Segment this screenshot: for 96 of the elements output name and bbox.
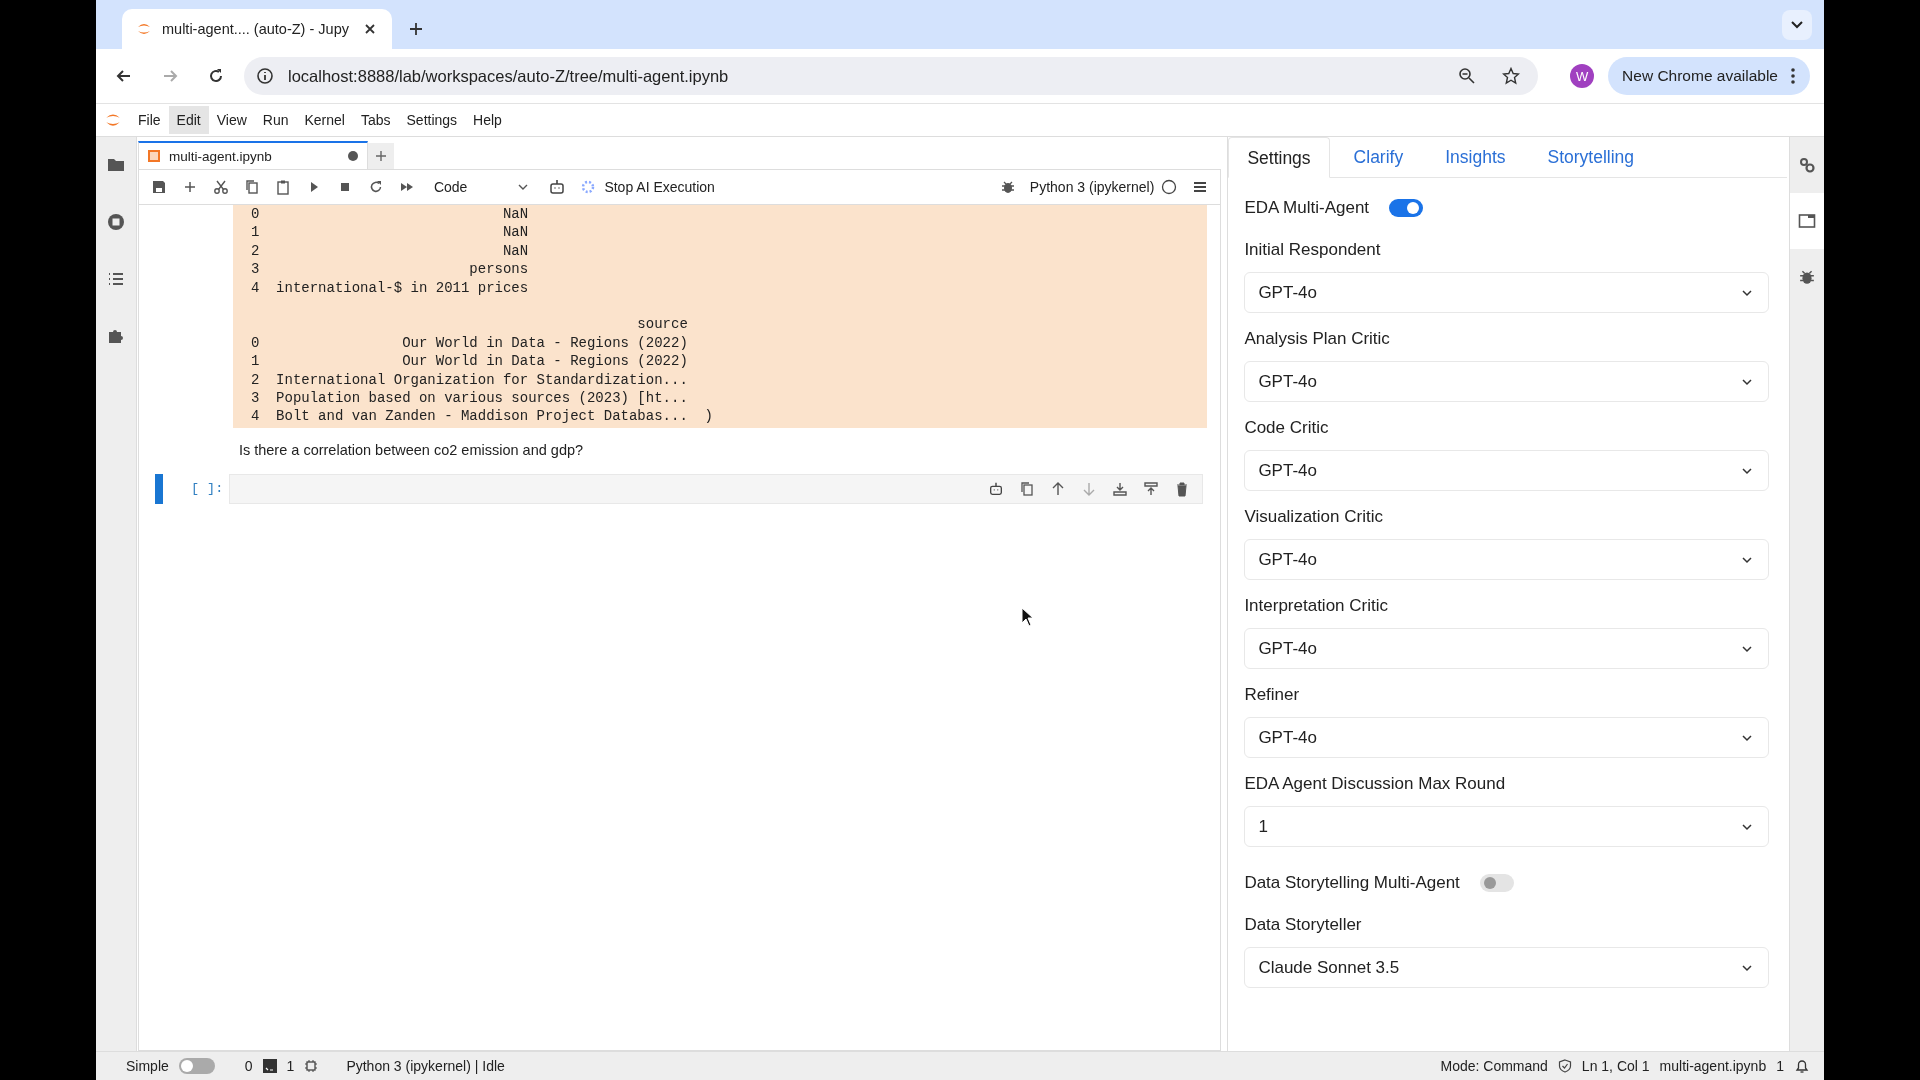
menu-item[interactable]: Settings — [398, 106, 466, 134]
stop-circle-icon[interactable] — [105, 212, 126, 232]
output-line: 2 NaN — [250, 242, 529, 259]
bell-icon[interactable] — [1794, 1058, 1810, 1074]
toggle-switch[interactable] — [1479, 874, 1514, 892]
update-button[interactable]: New Chrome available — [1608, 57, 1810, 95]
mode-indicator: Mode: Command — [1440, 1058, 1548, 1074]
model-dropdown[interactable]: 1 — [1244, 806, 1770, 847]
window-icon[interactable] — [1798, 212, 1817, 230]
tab-title: multi-agent.ipynb — [168, 148, 272, 164]
shield-icon — [1557, 1059, 1572, 1073]
field-label: Initial Respondent — [1244, 240, 1382, 260]
output-message: Is there a correlation between co2 emission and gdp? — [238, 441, 585, 458]
field-label: Code Critic — [1244, 418, 1330, 438]
toggle-switch[interactable] — [1389, 199, 1424, 217]
model-dropdown[interactable]: GPT-4o — [1244, 717, 1770, 758]
field-label: Data Storyteller — [1244, 915, 1363, 935]
zoom-out-icon[interactable] — [1458, 67, 1477, 85]
browser-tab[interactable]: multi-agent.... (auto-Z) - Jupy — [122, 9, 392, 49]
output-line: source — [636, 316, 688, 333]
mouse-pointer-icon — [1020, 607, 1035, 627]
insert-below-icon[interactable] — [1111, 480, 1128, 497]
field-label: Refiner — [1244, 685, 1301, 705]
address-field[interactable]: localhost:8888/lab/workspaces/auto-Z/tree/multi-agent.ipynb — [244, 57, 1539, 95]
panel-tab[interactable]: Clarify — [1335, 137, 1422, 177]
menu-item[interactable]: Edit — [168, 106, 209, 134]
field-label: EDA Agent Discussion Max Round — [1244, 774, 1507, 794]
spinner-icon — [581, 180, 596, 194]
output-line: 2 International Organization for Standardization... — [250, 371, 688, 388]
kernel-name[interactable]: Python 3 (ipykernel) — [1029, 179, 1155, 195]
output-line: 1 Our World in Data - Regions (2022) — [250, 353, 688, 370]
active-cell-bar — [154, 473, 163, 504]
chevron-down-icon[interactable] — [1782, 9, 1812, 40]
menu-item[interactable]: Tabs — [352, 106, 399, 134]
url-text: localhost:8888/lab/workspaces/auto-Z/tree/multi-agent.ipynb — [288, 66, 729, 86]
star-icon[interactable] — [1502, 67, 1521, 85]
simple-label: Simple — [126, 1058, 169, 1074]
menu-item[interactable]: Kernel — [296, 106, 353, 134]
kernel-count[interactable]: 1 — [286, 1058, 295, 1074]
simple-mode-switch[interactable] — [178, 1058, 215, 1074]
output-line: 3 persons — [250, 261, 529, 278]
output-line: 0 NaN — [250, 206, 529, 222]
kebab-menu-icon — [1790, 67, 1796, 85]
field-label: Analysis Plan Critic — [1244, 329, 1391, 349]
bug-icon[interactable] — [1000, 180, 1015, 194]
file-name: multi-agent.ipynb — [1659, 1058, 1767, 1074]
kernel-status[interactable]: Python 3 (ipykernel) | Idle — [346, 1058, 505, 1074]
menu-icon[interactable] — [1192, 179, 1209, 195]
kernel-status-icon — [1161, 179, 1178, 195]
output-line: 3 Population based on various sources (2023) [ht... — [250, 389, 688, 406]
bug-icon[interactable] — [1799, 269, 1816, 285]
profile-avatar[interactable]: W — [1570, 64, 1595, 88]
robot-icon[interactable] — [548, 178, 567, 196]
menu-item[interactable]: Help — [465, 106, 510, 134]
tab-title: multi-agent.... (auto-Z) - Jupy — [162, 21, 350, 37]
field-label: Interpretation Critic — [1244, 596, 1389, 616]
terminal-count[interactable]: 0 — [244, 1058, 253, 1074]
notebook-icon — [146, 149, 161, 163]
notification-count[interactable]: 1 — [1776, 1058, 1784, 1074]
menu-item[interactable]: View — [208, 106, 255, 134]
stop-ai-button[interactable]: Stop AI Execution — [604, 179, 715, 195]
cell-prompt: [ ]: — [190, 481, 225, 497]
model-dropdown[interactable]: Claude Sonnet 3.5 — [1244, 947, 1770, 988]
menu-item[interactable]: Run — [254, 106, 297, 134]
panel-tab[interactable]: Storytelling — [1529, 137, 1653, 177]
field-label: Data Storytelling Multi-Agent — [1244, 873, 1460, 893]
insert-above-icon[interactable] — [1142, 480, 1159, 497]
model-dropdown[interactable]: GPT-4o — [1244, 628, 1770, 669]
duplicate-icon[interactable] — [1018, 480, 1035, 497]
panel-tab[interactable]: Settings — [1228, 137, 1330, 178]
info-icon — [256, 67, 274, 85]
scissors-icon[interactable] — [212, 179, 229, 195]
menu-item[interactable]: File — [130, 106, 169, 134]
panel-tab[interactable]: Insights — [1427, 137, 1524, 177]
new-tab-icon[interactable] — [408, 21, 424, 37]
add-tab-icon[interactable] — [367, 143, 394, 169]
model-dropdown[interactable]: GPT-4o — [1244, 450, 1770, 491]
output-line: 0 Our World in Data - Regions (2022) — [250, 334, 688, 351]
field-label: Visualization Critic — [1244, 507, 1384, 527]
notebook-tab[interactable]: multi-agent.ipynb — [137, 141, 368, 169]
clipboard-icon[interactable] — [274, 179, 291, 195]
terminal-icon — [262, 1059, 277, 1073]
robot-icon[interactable] — [987, 480, 1004, 497]
model-dropdown[interactable]: GPT-4o — [1244, 539, 1770, 580]
output-line: 4 international-$ in 2011 prices — [250, 279, 529, 296]
model-dropdown[interactable]: GPT-4o — [1244, 361, 1770, 402]
field-label: EDA Multi-Agent — [1244, 198, 1370, 218]
chip-icon — [304, 1059, 319, 1073]
cursor-position[interactable]: Ln 1, Col 1 — [1581, 1058, 1650, 1074]
copy-icon[interactable] — [243, 179, 260, 195]
code-cell-input[interactable] — [228, 473, 1203, 504]
model-dropdown[interactable]: GPT-4o — [1244, 272, 1770, 313]
cell-type-dropdown[interactable]: Code — [433, 179, 530, 195]
output-line: 4 Bolt and van Zanden - Maddison Project Databas... ) — [250, 408, 713, 425]
output-line: 1 NaN — [250, 224, 529, 241]
save-icon[interactable] — [150, 179, 167, 195]
